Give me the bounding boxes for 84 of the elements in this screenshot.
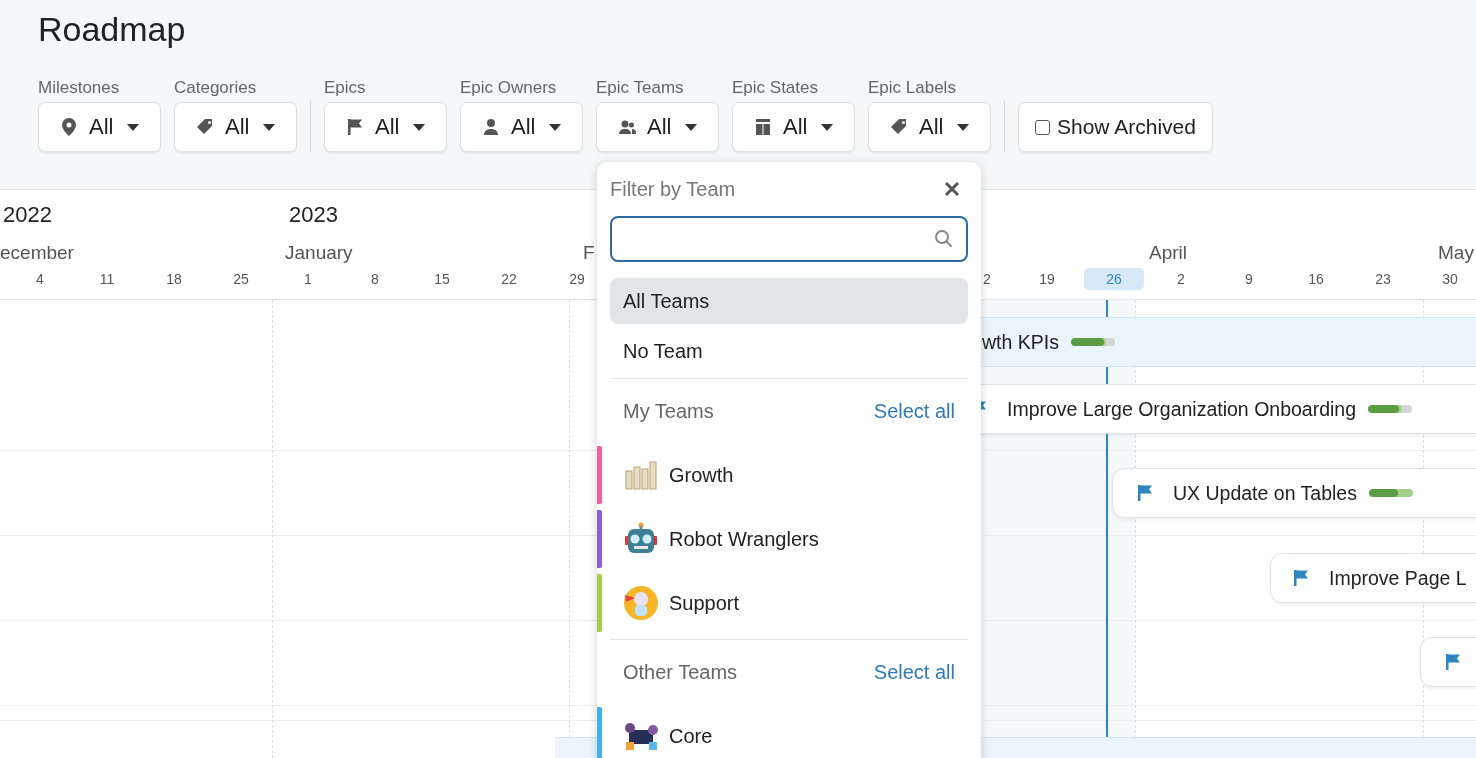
chart-avatar-icon — [625, 461, 657, 490]
team-option[interactable]: No Team — [610, 328, 968, 374]
filter-dropdown[interactable]: All — [596, 102, 719, 152]
week-label: 15 — [433, 270, 451, 289]
section-title: Other Teams — [623, 660, 738, 684]
caret-icon — [127, 123, 140, 131]
filter-dropdown[interactable]: All — [868, 102, 991, 152]
flag-icon — [1291, 568, 1311, 588]
team-option[interactable]: All Teams — [610, 278, 968, 324]
month-label: F — [583, 242, 595, 264]
epic-title: Improve Page L — [1329, 566, 1467, 590]
epic-card[interactable] — [1420, 637, 1476, 687]
columns-icon — [753, 117, 773, 137]
month-label: January — [285, 242, 353, 264]
team-illustration-icon — [625, 723, 658, 750]
filter-dropdown[interactable]: All — [324, 102, 447, 152]
week-label: 26 — [1084, 268, 1144, 290]
week-label: 16 — [1307, 270, 1325, 289]
team-option[interactable]: Core — [610, 704, 968, 758]
filter-dropdown[interactable]: All — [732, 102, 855, 152]
filter-label: Milestones — [38, 78, 121, 98]
week-label: 22 — [500, 270, 518, 289]
caret-icon — [549, 123, 562, 131]
epic-title: Improve Large Organization Onboarding — [1007, 397, 1357, 421]
month-label: ecember — [0, 242, 74, 264]
robot-icon — [625, 522, 657, 553]
week-label: 25 — [232, 270, 250, 289]
caret-icon — [263, 123, 276, 131]
team-option[interactable]: Growth — [610, 443, 968, 507]
month-label: May — [1438, 242, 1474, 264]
flag-icon — [345, 117, 365, 137]
filter-dropdown[interactable]: All — [38, 102, 161, 152]
week-label: 29 — [568, 270, 586, 289]
week-label: 19 — [1038, 270, 1056, 289]
epic-card[interactable]: Improve Page L — [1270, 553, 1476, 603]
caret-icon — [413, 123, 426, 131]
epic-title: UX Update on Tables — [1173, 481, 1357, 505]
week-label: 4 — [35, 270, 45, 289]
show-archived-checkbox[interactable]: Show Archived — [1018, 102, 1213, 152]
year-label: 2022 — [3, 202, 52, 228]
flag-icon — [1135, 483, 1155, 503]
close-icon[interactable] — [944, 181, 960, 197]
flag-icon — [1443, 652, 1463, 672]
filter-label: Epic Teams — [596, 78, 685, 98]
filter-label: Epic Labels — [868, 78, 957, 98]
filter-dropdown[interactable]: All — [460, 102, 583, 152]
team-option[interactable]: Support — [610, 571, 968, 635]
map-pin-icon — [59, 117, 79, 137]
week-label: 18 — [165, 270, 183, 289]
page-title: Roadmap — [38, 9, 187, 50]
popover-title: Filter by Team — [610, 177, 736, 201]
progress-bar — [1070, 338, 1115, 346]
search-field[interactable] — [610, 216, 968, 262]
tag-icon — [195, 117, 215, 137]
filter-label: Epics — [324, 78, 367, 98]
week-label: 11 — [98, 270, 116, 289]
section-title: My Teams — [623, 399, 714, 423]
filter-label: Categories — [174, 78, 258, 98]
progress-bar — [1368, 405, 1413, 413]
week-label: 30 — [1441, 270, 1459, 289]
team-option[interactable]: Robot Wranglers — [610, 507, 968, 571]
week-label: 2 — [982, 270, 992, 289]
week-label: 2 — [1176, 270, 1186, 289]
week-label: 8 — [370, 270, 380, 289]
epic-title: wth KPIs — [982, 330, 1059, 354]
progress-bar — [1368, 489, 1413, 497]
filter-label: Epic States — [732, 78, 819, 98]
epic-card[interactable]: UX Update on Tables — [1112, 468, 1476, 518]
select-all-link[interactable]: Select all — [873, 660, 955, 684]
month-label: April — [1149, 242, 1187, 264]
caret-icon — [685, 123, 698, 131]
select-all-link[interactable]: Select all — [873, 399, 955, 423]
caret-icon — [821, 123, 834, 131]
filter-dropdown[interactable]: All — [174, 102, 297, 152]
person-icon — [481, 117, 501, 137]
week-label: 23 — [1374, 270, 1392, 289]
week-label: 1 — [303, 270, 313, 289]
week-label: 9 — [1244, 270, 1254, 289]
tag-icon — [889, 117, 909, 137]
caret-icon — [957, 123, 970, 131]
character-avatar-icon — [624, 586, 658, 620]
filter-label: Epic Owners — [460, 78, 558, 98]
year-label: 2023 — [289, 202, 338, 228]
search-icon — [934, 229, 954, 249]
